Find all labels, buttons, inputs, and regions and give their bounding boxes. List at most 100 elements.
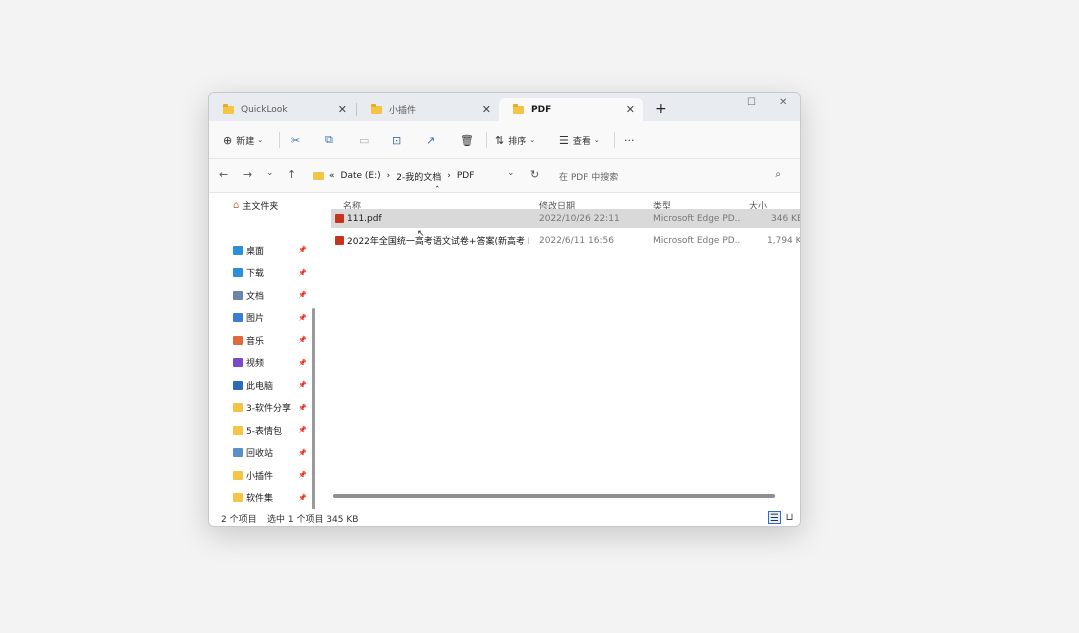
close-icon[interactable]: ✕	[482, 103, 491, 116]
pin-icon[interactable]: 📌	[298, 291, 307, 299]
sidebar-item-label: 文档	[246, 291, 265, 302]
sidebar-item-label: 小插件	[246, 471, 274, 482]
pin-icon[interactable]: 📌	[298, 269, 307, 277]
sidebar-item-label: 下载	[246, 269, 265, 279]
forward-arrow-icon[interactable]: →	[243, 168, 252, 181]
paste-icon: ▭	[359, 133, 370, 147]
breadcrumb-documents[interactable]: 2-我的文档	[396, 170, 441, 183]
copy-button[interactable]: ⧉	[325, 132, 337, 148]
new-button[interactable]: ⊕ 新建 ⌄	[223, 132, 263, 148]
close-icon[interactable]: ✕	[338, 103, 347, 116]
tab-label: 小插件	[389, 106, 417, 116]
tab-label: PDF	[531, 104, 552, 115]
file-type: Microsoft Edge PD...	[653, 213, 741, 224]
breadcrumb-overflow[interactable]: «	[329, 171, 335, 181]
sidebar-item-label: 图片	[246, 314, 265, 324]
sidebar-item-icon	[233, 290, 243, 300]
view-button[interactable]: ☰ 查看 ⌄	[559, 132, 600, 148]
pin-icon[interactable]: 📌	[298, 336, 307, 344]
refresh-icon[interactable]: ↻	[530, 168, 539, 181]
address-breadcrumb[interactable]: « Date (E:) › 2-我的文档 › PDF	[309, 164, 523, 188]
sidebar-item[interactable]: 桌面 📌	[233, 242, 307, 258]
toolbar-divider	[486, 132, 487, 148]
delete-button[interactable]: 🗑	[460, 132, 478, 148]
command-bar: ⊕ 新建 ⌄ ✂ ⧉ ▭ ⊡ ↗ 🗑 ⇅ 排序 ⌄ ☰ 查看 ⌄ ···	[209, 121, 800, 159]
sidebar-item[interactable]: 图片 📌	[233, 310, 307, 326]
tiles-view-icon[interactable]: ⊔	[783, 511, 796, 524]
pin-icon[interactable]: 📌	[298, 471, 307, 479]
file-row[interactable]: 111.pdf 2022/10/26 22:11 Microsoft Edge …	[331, 209, 800, 228]
sidebar-item[interactable]: 下载 📌	[233, 265, 307, 281]
search-icon[interactable]: ⌕	[775, 169, 781, 180]
sidebar-item[interactable]: 文档 📌	[233, 287, 307, 303]
pin-icon[interactable]: 📌	[298, 359, 307, 367]
cut-button[interactable]: ✂	[291, 132, 304, 148]
folder-icon	[223, 103, 234, 114]
pin-icon[interactable]: 📌	[298, 381, 307, 389]
sort-button[interactable]: ⇅ 排序 ⌄	[495, 132, 535, 148]
pin-icon[interactable]: 📌	[298, 246, 307, 254]
sidebar-item[interactable]: 软件集 📌	[233, 490, 307, 506]
pin-icon[interactable]: 📌	[298, 449, 307, 457]
sidebar-item-home[interactable]: ⌂ 主文件夹	[233, 197, 307, 213]
tab-pdf[interactable]: PDF ✕	[499, 98, 643, 121]
breadcrumb-separator: ›	[447, 171, 451, 181]
sidebar-item-label: 主文件夹	[242, 201, 279, 212]
sidebar-item[interactable]: 5-表情包 📌	[233, 422, 307, 438]
selection-info: 选中 1 个项目 345 KB	[267, 515, 359, 525]
close-icon[interactable]: ✕	[626, 103, 635, 116]
sidebar-item[interactable]: 此电脑 📌	[233, 377, 307, 393]
rename-icon: ⊡	[392, 133, 402, 147]
file-modified: 2022/10/26 22:11	[539, 213, 620, 224]
close-window-icon[interactable]: ✕	[779, 97, 787, 108]
toolbar-divider	[614, 132, 615, 148]
horizontal-scrollbar[interactable]	[333, 494, 775, 498]
share-button[interactable]: ↗	[426, 132, 439, 148]
sidebar-item-label: 此电脑	[246, 381, 274, 392]
recent-locations-chevron-icon[interactable]: ⌄	[266, 168, 274, 178]
tab-quicklook[interactable]: QuickLook ✕	[209, 98, 355, 121]
new-label: 新建	[236, 136, 255, 147]
sidebar-item[interactable]: 音乐 📌	[233, 332, 307, 348]
address-bar-row: ← → ⌄ ↑ « Date (E:) › 2-我的文档 › PDF ⌄ ↻ 在…	[209, 159, 800, 193]
plus-circle-icon: ⊕	[223, 133, 233, 147]
sidebar-item-label: 3-软件分享	[246, 404, 291, 414]
folder-icon	[313, 172, 324, 180]
pin-icon[interactable]: 📌	[298, 314, 307, 322]
sidebar-item-label: 音乐	[246, 336, 265, 347]
search-box[interactable]: 在 PDF 中搜索 ⌕	[549, 164, 793, 188]
file-row[interactable]: 2022年全国统一高考语文试卷+答案(新高考 II... 2022/6/11 1…	[331, 231, 801, 250]
details-view-icon[interactable]: ☰	[768, 511, 781, 524]
address-history-chevron-icon[interactable]: ⌄	[507, 168, 515, 178]
sort-indicator-icon: ˆ	[435, 186, 440, 196]
more-options-button[interactable]: ···	[624, 132, 635, 148]
rename-button[interactable]: ⊡	[392, 132, 405, 148]
maximize-icon[interactable]: ☐	[747, 97, 756, 108]
file-size: 1,794 KB	[767, 235, 801, 246]
pin-icon[interactable]: 📌	[298, 494, 307, 502]
sidebar-item-icon	[233, 448, 243, 457]
scissors-icon: ✂	[291, 133, 301, 147]
sidebar-item-label: 回收站	[246, 449, 274, 459]
pin-icon[interactable]: 📌	[298, 426, 307, 434]
back-arrow-icon[interactable]: ←	[219, 168, 228, 181]
trash-icon: 🗑	[460, 133, 474, 147]
up-arrow-icon[interactable]: ↑	[287, 168, 296, 181]
sidebar-item-icon	[233, 425, 243, 435]
sidebar-item[interactable]: 回收站 📌	[233, 445, 307, 461]
sidebar-item-label: 桌面	[246, 246, 265, 257]
paste-button[interactable]: ▭	[359, 132, 373, 148]
mouse-cursor-icon: ↖	[417, 229, 425, 239]
sidebar-item[interactable]: 小插件 📌	[233, 467, 307, 483]
sidebar-scrollbar[interactable]	[312, 308, 315, 514]
sort-label: 排序	[508, 136, 527, 147]
sidebar-item-icon	[233, 335, 243, 345]
tab-plugins[interactable]: 小插件 ✕	[357, 98, 499, 121]
sidebar-item[interactable]: 视频 📌	[233, 355, 307, 371]
sidebar-item[interactable]: 3-软件分享 📌	[233, 400, 307, 416]
breadcrumb-drive[interactable]: Date (E:)	[341, 171, 381, 181]
breadcrumb-pdf[interactable]: PDF	[457, 171, 475, 181]
pin-icon[interactable]: 📌	[298, 404, 307, 412]
new-tab-button[interactable]: +	[655, 101, 667, 117]
status-bar: 2 个项目 选中 1 个项目 345 KB ☰ ⊔	[209, 509, 800, 526]
